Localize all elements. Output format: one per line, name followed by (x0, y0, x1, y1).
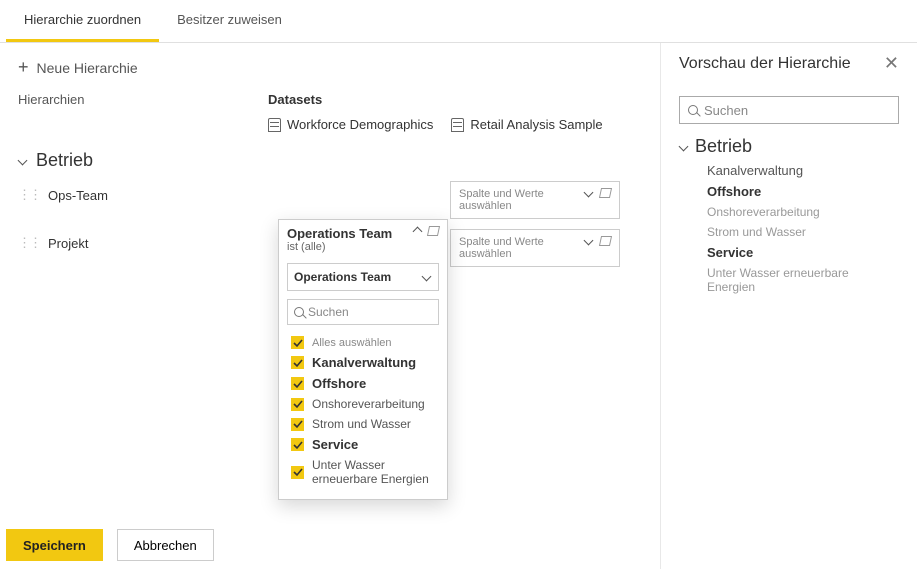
checkbox-checked-icon (291, 466, 304, 479)
dataset-icon (451, 118, 464, 132)
ops-team-card: Operations Team ist (alle) Operations Te… (278, 219, 448, 500)
option-strom[interactable]: Strom und Wasser (287, 414, 439, 434)
drag-handle-icon[interactable]: ⋮⋮ (18, 187, 40, 203)
option-select-all[interactable]: Alles auswählen (287, 333, 439, 352)
options-list: Alles auswählen Kanalverwaltung Offshore… (279, 333, 447, 499)
new-hierarchy-button[interactable]: + Neue Hierarchie (18, 57, 138, 78)
option-kanalverwaltung[interactable]: Kanalverwaltung (287, 352, 439, 373)
cancel-button[interactable]: Abbrechen (117, 529, 214, 561)
row-label-projekt: Projekt (48, 236, 88, 251)
dataset-label: Workforce Demographics (287, 117, 433, 132)
tree-item-onshore[interactable]: Onshoreverarbeitung (707, 205, 899, 219)
dropdown-selected: Operations Team (294, 270, 391, 284)
close-icon[interactable]: ✕ (884, 53, 899, 74)
option-offshore[interactable]: Offshore (287, 373, 439, 394)
chevron-down-icon (422, 272, 432, 282)
eraser-icon[interactable] (427, 226, 440, 236)
col-header-hierarchies: Hierarchien (18, 92, 268, 107)
eraser-icon[interactable] (599, 236, 612, 246)
search-placeholder: Suchen (704, 103, 748, 118)
slot-empty-1[interactable]: Spalte und Werte auswählen (450, 181, 620, 219)
preview-title: Vorschau der Hierarchie (679, 55, 851, 73)
new-hierarchy-label: Neue Hierarchie (37, 60, 138, 76)
tree-item-service[interactable]: Service (707, 245, 899, 260)
dataset-label: Retail Analysis Sample (470, 117, 602, 132)
card-title: Operations Team (287, 226, 392, 241)
checkbox-checked-icon (291, 438, 304, 451)
drag-handle-icon[interactable]: ⋮⋮ (18, 235, 40, 251)
checkbox-checked-icon (291, 418, 304, 431)
dataset-icon (268, 118, 281, 132)
options-search[interactable]: Suchen (287, 299, 439, 325)
chevron-up-icon[interactable] (412, 226, 422, 236)
chevron-down-icon (18, 156, 28, 166)
tree-node-betrieb[interactable]: Betrieb (679, 136, 899, 157)
checkbox-checked-icon (291, 377, 304, 390)
tree-item-kanal[interactable]: Kanalverwaltung (707, 163, 899, 178)
tree-item-uw[interactable]: Unter Wasser erneuerbare Energien (707, 266, 899, 294)
option-service[interactable]: Service (287, 434, 439, 455)
eraser-icon[interactable] (599, 188, 612, 198)
save-button[interactable]: Speichern (6, 529, 103, 561)
card-subtitle: ist (alle) (287, 241, 392, 253)
checkbox-checked-icon (291, 398, 304, 411)
tree-item-strom[interactable]: Strom und Wasser (707, 225, 899, 239)
column-select-dropdown[interactable]: Operations Team (287, 263, 439, 291)
search-placeholder: Suchen (308, 305, 349, 319)
chevron-down-icon[interactable] (584, 188, 594, 198)
tab-assign-owners[interactable]: Besitzer zuweisen (159, 0, 300, 42)
col-header-datasets: Datasets (268, 92, 322, 107)
dataset-workforce[interactable]: Workforce Demographics (268, 117, 433, 132)
tree-item-offshore[interactable]: Offshore (707, 184, 899, 199)
tab-bar: Hierarchie zuordnen Besitzer zuweisen (0, 0, 917, 43)
left-panel: + Neue Hierarchie Hierarchien Datasets W… (0, 43, 660, 569)
option-unterwasser[interactable]: Unter Wasser erneuerbare Energien (287, 455, 439, 489)
search-icon (688, 105, 698, 115)
slot-empty-2[interactable]: Spalte und Werte auswählen (450, 229, 620, 267)
tab-assign-hierarchy[interactable]: Hierarchie zuordnen (6, 0, 159, 42)
chevron-down-icon[interactable] (584, 236, 594, 246)
empty-slot-label: Spalte und Werte auswählen (459, 188, 584, 212)
tree-root-label: Betrieb (695, 136, 752, 157)
row-label-ops: Ops-Team (48, 188, 108, 203)
empty-slot-label: Spalte und Werte auswählen (459, 236, 584, 260)
checkbox-checked-icon (291, 356, 304, 369)
preview-panel: Vorschau der Hierarchie ✕ Suchen Betrieb… (660, 43, 917, 569)
dataset-retail[interactable]: Retail Analysis Sample (451, 117, 602, 132)
section-title: Betrieb (36, 150, 93, 171)
section-toggle-betrieb[interactable]: Betrieb (18, 150, 650, 171)
chevron-down-icon (679, 142, 689, 152)
plus-icon: + (18, 57, 29, 78)
preview-search[interactable]: Suchen (679, 96, 899, 124)
option-onshore[interactable]: Onshoreverarbeitung (287, 394, 439, 414)
search-icon (294, 307, 304, 317)
checkbox-checked-icon (291, 336, 304, 349)
